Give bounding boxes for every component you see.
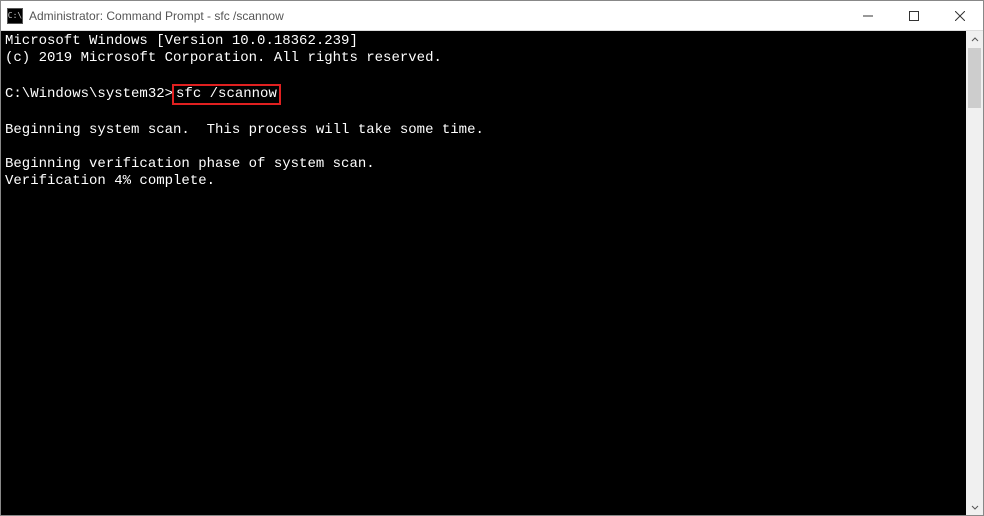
minimize-button[interactable] [845, 1, 891, 30]
command-text: sfc /scannow [176, 86, 277, 102]
maximize-button[interactable] [891, 1, 937, 30]
blank-line [5, 67, 962, 84]
prompt-prefix: C:\Windows\system32> [5, 86, 173, 102]
close-button[interactable] [937, 1, 983, 30]
prompt-line: C:\Windows\system32>sfc /scannow [5, 84, 962, 105]
output-line: Beginning system scan. This process will… [5, 122, 962, 139]
scroll-down-button[interactable] [966, 498, 983, 515]
cmd-icon-text: C:\ [8, 11, 22, 20]
chevron-up-icon [971, 36, 979, 44]
minimize-icon [863, 11, 873, 21]
output-line: Beginning verification phase of system s… [5, 156, 962, 173]
cmd-icon: C:\ [7, 8, 23, 24]
maximize-icon [909, 11, 919, 21]
console-output[interactable]: Microsoft Windows [Version 10.0.18362.23… [1, 31, 966, 515]
command-highlight: sfc /scannow [172, 84, 281, 105]
vertical-scrollbar[interactable] [966, 31, 983, 515]
command-prompt-window: C:\ Administrator: Command Prompt - sfc … [0, 0, 984, 516]
chevron-down-icon [971, 503, 979, 511]
scroll-track[interactable] [966, 48, 983, 498]
blank-line [5, 139, 962, 156]
scroll-thumb[interactable] [968, 48, 981, 108]
close-icon [955, 11, 965, 21]
banner-line: Microsoft Windows [Version 10.0.18362.23… [5, 33, 962, 50]
window-controls [845, 1, 983, 30]
titlebar[interactable]: C:\ Administrator: Command Prompt - sfc … [1, 1, 983, 31]
scroll-up-button[interactable] [966, 31, 983, 48]
output-line: Verification 4% complete. [5, 173, 962, 190]
window-title: Administrator: Command Prompt - sfc /sca… [29, 9, 845, 23]
console-area: Microsoft Windows [Version 10.0.18362.23… [1, 31, 983, 515]
blank-line [5, 105, 962, 122]
banner-line: (c) 2019 Microsoft Corporation. All righ… [5, 50, 962, 67]
